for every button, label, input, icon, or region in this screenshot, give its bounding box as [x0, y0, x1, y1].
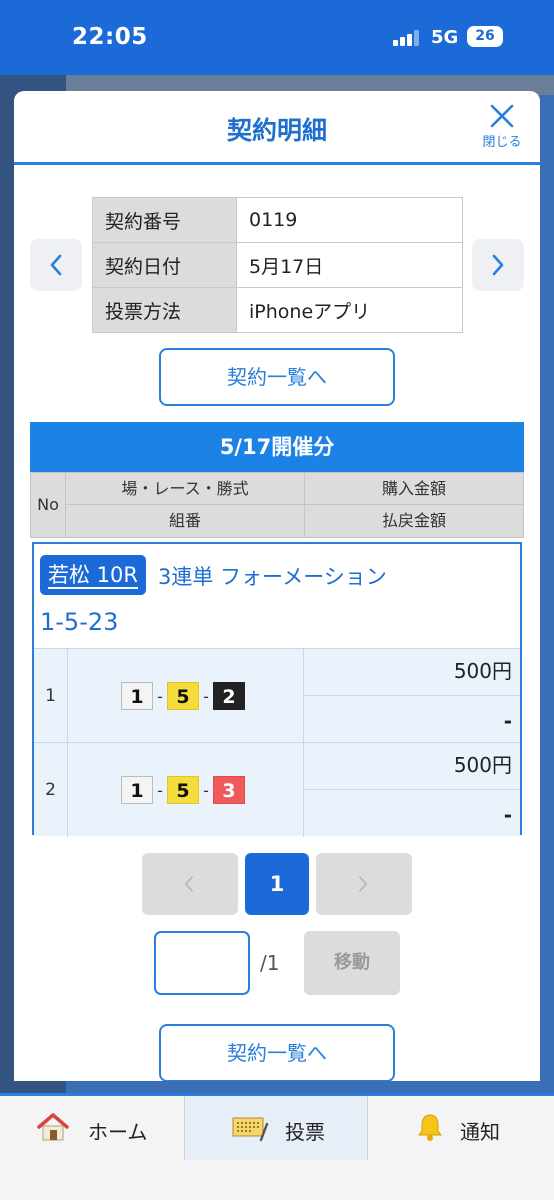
- betting-slip-icon: [232, 1117, 269, 1142]
- tab-home-label: ホーム: [88, 1120, 148, 1144]
- modal-title: 契約明細: [226, 116, 327, 145]
- header-combo: 組番: [65, 504, 305, 538]
- bet-type: 3連単 フォーメーション: [158, 565, 387, 589]
- prev-page-button[interactable]: [142, 853, 238, 915]
- bet-table-header: No 場・レース・勝式 購入金額 組番 払戻金額: [30, 472, 524, 538]
- move-page-button[interactable]: 移動: [304, 931, 400, 995]
- info-row: 契約日付 5月17日: [92, 242, 463, 288]
- status-bar: 22:05 5G 26: [0, 0, 554, 75]
- info-value: iPhoneアプリ: [236, 287, 463, 333]
- row-amount: 500円: [304, 649, 520, 696]
- row-amount: 500円: [304, 743, 520, 790]
- tab-notice[interactable]: 通知: [368, 1096, 554, 1160]
- race-name: 若松 10R: [48, 563, 138, 589]
- info-row: 契約番号 0119: [92, 197, 463, 243]
- table-row: 1 1-5-2 500円 -: [34, 648, 520, 743]
- header-purchase: 購入金額: [304, 472, 524, 505]
- contract-list-button-top[interactable]: 契約一覧へ: [159, 348, 395, 406]
- row-no: 2: [34, 743, 68, 837]
- page-total: /1: [260, 951, 280, 975]
- header-no: No: [30, 472, 66, 538]
- current-page-button[interactable]: 1: [245, 853, 309, 915]
- contract-detail-modal: 契約明細 閉じる 契約番号 0119 契約日付 5月17日 投票方法 iPhon…: [14, 91, 540, 1081]
- row-payout: -: [503, 803, 512, 827]
- header-payout: 払戻金額: [304, 504, 524, 538]
- signal-icon: [393, 30, 419, 46]
- close-icon: [490, 104, 514, 128]
- close-button[interactable]: 閉じる: [478, 103, 526, 155]
- modal-header: 契約明細 閉じる: [14, 91, 540, 165]
- info-key: 契約番号: [92, 197, 237, 243]
- bell-icon: [418, 1114, 442, 1141]
- tab-bet-label: 投票: [285, 1120, 325, 1144]
- race-link[interactable]: 若松 10R: [40, 555, 146, 595]
- close-label: 閉じる: [482, 135, 522, 150]
- battery-icon: 26: [467, 26, 503, 47]
- chevron-right-icon: [492, 254, 504, 276]
- boat-number: 5: [167, 776, 199, 804]
- section-title: 5/17開催分: [30, 422, 524, 472]
- home-icon: [37, 1113, 69, 1141]
- next-contract-button[interactable]: [472, 239, 524, 291]
- chevron-left-icon: [50, 254, 62, 276]
- page-number-input[interactable]: [154, 931, 250, 995]
- table-row: 2 1-5-3 500円 -: [34, 742, 520, 837]
- row-no: 1: [34, 649, 68, 743]
- clock: 22:05: [72, 24, 148, 50]
- header-race: 場・レース・勝式: [65, 472, 305, 505]
- bet-combination: 1-5-23: [40, 608, 119, 636]
- row-payout: -: [503, 709, 512, 733]
- info-row: 投票方法 iPhoneアプリ: [92, 287, 463, 333]
- bottom-tab-bar: ホーム 投票 通知: [0, 1093, 554, 1200]
- boat-number: 2: [213, 682, 245, 710]
- chevron-left-icon: [184, 876, 193, 892]
- contract-list-button-bottom[interactable]: 契約一覧へ: [159, 1024, 395, 1081]
- next-page-button[interactable]: [316, 853, 412, 915]
- info-key: 契約日付: [92, 242, 237, 288]
- info-key: 投票方法: [92, 287, 237, 333]
- boat-number: 1: [121, 682, 153, 710]
- boat-number: 1: [121, 776, 153, 804]
- tab-notice-label: 通知: [460, 1120, 500, 1144]
- info-value: 5月17日: [236, 242, 463, 288]
- info-value: 0119: [236, 197, 463, 243]
- row-combo: 1-5-3: [68, 743, 304, 837]
- prev-contract-button[interactable]: [30, 239, 82, 291]
- chevron-right-icon: [359, 876, 368, 892]
- boat-number: 3: [213, 776, 245, 804]
- tab-bet[interactable]: 投票: [184, 1096, 368, 1160]
- bet-detail-box: 若松 10R 3連単 フォーメーション 1-5-23 1 1-5-2 500円 …: [32, 542, 522, 837]
- boat-number: 5: [167, 682, 199, 710]
- row-combo: 1-5-2: [68, 649, 304, 743]
- contract-info-table: 契約番号 0119 契約日付 5月17日 投票方法 iPhoneアプリ: [92, 197, 463, 333]
- tab-home[interactable]: ホーム: [0, 1096, 184, 1160]
- network-type: 5G: [431, 27, 459, 48]
